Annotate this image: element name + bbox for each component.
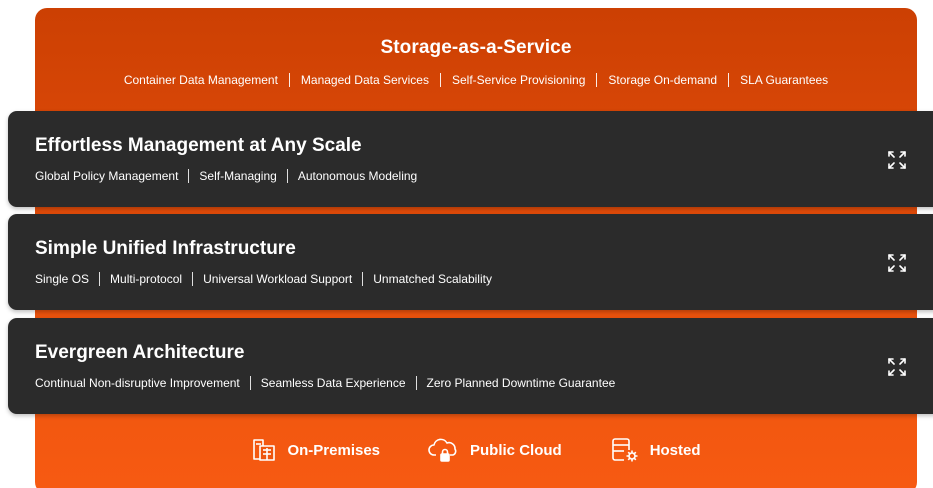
feature-label: Universal Workload Support	[203, 272, 353, 286]
card-title: Simple Unified Infrastructure	[35, 238, 296, 259]
feature-label: Multi-protocol	[110, 272, 183, 286]
deployment-options: On-Premises Public Cloud Hosted	[35, 436, 917, 464]
page: Storage-as-a-Service Container Data Mana…	[0, 0, 933, 488]
deployment-label: Hosted	[649, 441, 701, 459]
feature-label: Container Data Management	[123, 73, 278, 87]
server-gear-icon	[611, 438, 638, 462]
separator	[286, 169, 288, 183]
separator	[439, 73, 441, 87]
expand-icon	[888, 254, 906, 272]
deployment-public-cloud: Public Cloud	[428, 436, 562, 464]
expand-icon	[888, 151, 906, 169]
feature-label: Unmatched Scalability	[373, 272, 492, 286]
storage-service-title: Storage-as-a-Service	[380, 37, 572, 58]
expand-button[interactable]	[886, 356, 908, 378]
feature-label: Storage On-demand	[608, 73, 718, 87]
feature-label: Seamless Data Experience	[260, 376, 406, 390]
expand-button[interactable]	[886, 252, 908, 274]
feature-label: Self-Service Provisioning	[451, 73, 586, 87]
card-simple-unified-infrastructure: Simple Unified Infrastructure Single OS …	[8, 214, 933, 310]
card-title: Effortless Management at Any Scale	[35, 135, 362, 156]
feature-label: SLA Guarantees	[740, 73, 829, 87]
cloud-lock-icon	[428, 438, 457, 462]
deployment-on-premises: On-Premises	[251, 437, 380, 463]
feature-label: Self-Managing	[199, 169, 277, 183]
separator	[415, 376, 417, 390]
card-features: Single OS Multi-protocol Universal Workl…	[35, 272, 492, 286]
separator	[362, 272, 364, 286]
feature-label: Global Policy Management	[35, 169, 179, 183]
card-evergreen-architecture: Evergreen Architecture Continual Non-dis…	[8, 318, 933, 414]
separator	[596, 73, 598, 87]
buildings-icon	[253, 439, 276, 461]
separator	[99, 272, 101, 286]
expand-button[interactable]	[886, 149, 908, 171]
expand-icon	[888, 358, 906, 376]
card-title: Evergreen Architecture	[35, 342, 245, 363]
card-effortless-management: Effortless Management at Any Scale Globa…	[8, 111, 933, 207]
deployment-label: Public Cloud	[470, 441, 562, 459]
feature-label: Autonomous Modeling	[297, 169, 418, 183]
separator	[192, 272, 194, 286]
feature-label: Single OS	[35, 272, 90, 286]
deployment-label: On-Premises	[287, 441, 381, 459]
deployment-hosted: Hosted	[610, 436, 701, 464]
separator	[188, 169, 190, 183]
feature-label: Zero Planned Downtime Guarantee	[426, 376, 616, 390]
card-features: Continual Non-disruptive Improvement Sea…	[35, 376, 615, 390]
feature-label: Managed Data Services	[300, 73, 429, 87]
storage-service-features: Container Data Management Managed Data S…	[35, 73, 917, 87]
feature-label: Continual Non-disruptive Improvement	[35, 376, 240, 390]
separator	[288, 73, 290, 87]
separator	[728, 73, 730, 87]
separator	[249, 376, 251, 390]
card-features: Global Policy Management Self-Managing A…	[35, 169, 417, 183]
